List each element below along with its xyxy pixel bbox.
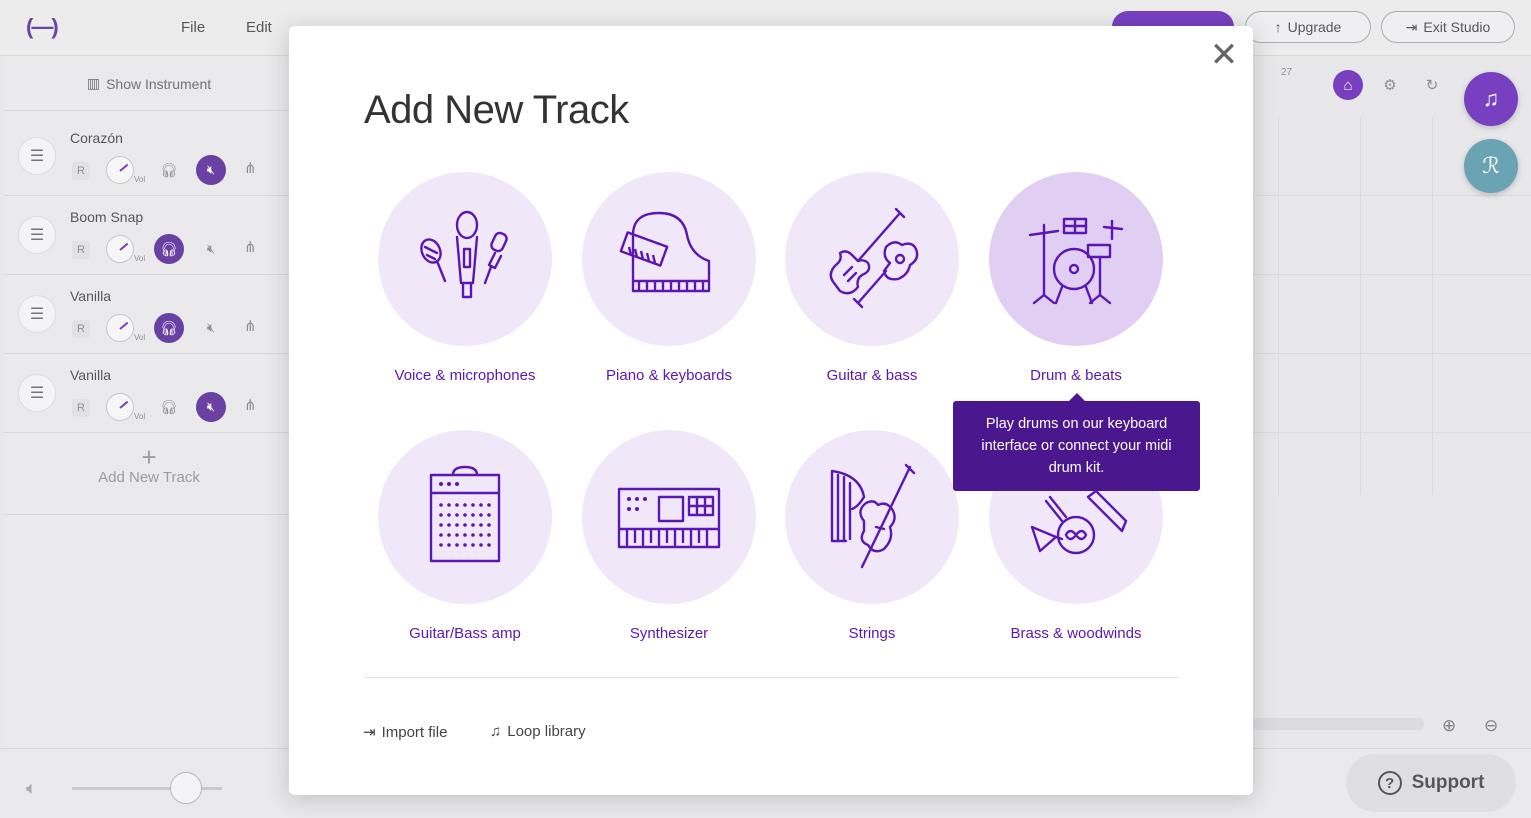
amp-icon	[429, 465, 501, 563]
tile-label: Brass & woodwinds	[1010, 625, 1142, 642]
drum-kit-icon	[1028, 217, 1124, 305]
loop-library-label: Loop library	[507, 723, 586, 740]
tile-label: Guitar/Bass amp	[409, 625, 521, 642]
synthesizer-icon	[617, 487, 721, 549]
tooltip: Play drums on our keyboard interface or …	[953, 393, 1200, 491]
music-note-icon: ♫	[490, 723, 502, 740]
microphones-icon	[420, 210, 508, 299]
tile-guitar-bass-amp[interactable]: Guitar/Bass amp	[365, 430, 565, 642]
piano-icon	[619, 211, 711, 293]
import-file-label: Import file	[381, 723, 448, 741]
import-file-button[interactable]: ⇥ Import file	[363, 723, 448, 742]
tile-label: Strings	[848, 625, 896, 642]
tile-label: Piano & keyboards	[606, 367, 732, 384]
add-new-track-dialog: ✕ Add New Track Voice & microphones Pian…	[289, 26, 1253, 795]
tile-voice-microphones[interactable]: Voice & microphones	[365, 172, 565, 384]
loop-library-button[interactable]: ♫ Loop library	[490, 723, 586, 740]
tile-label: Synthesizer	[629, 625, 709, 642]
tile-label: Drum & beats	[1030, 367, 1122, 384]
strings-icon	[830, 463, 916, 569]
tile-label: Voice & microphones	[394, 367, 536, 384]
tile-piano-keyboards[interactable]: Piano & keyboards	[569, 172, 769, 384]
tile-guitar-bass[interactable]: Guitar & bass	[772, 172, 972, 384]
import-icon: ⇥	[363, 724, 376, 741]
tile-synthesizer[interactable]: Synthesizer	[569, 430, 769, 642]
tile-drum-beats[interactable]: Drum & beats	[976, 172, 1176, 384]
tile-strings[interactable]: Strings	[772, 430, 972, 642]
close-icon[interactable]: ✕	[1207, 38, 1241, 72]
tile-label: Guitar & bass	[826, 367, 918, 384]
divider	[364, 677, 1179, 678]
dialog-title: Add New Track	[364, 88, 629, 132]
guitar-icon	[829, 207, 919, 309]
